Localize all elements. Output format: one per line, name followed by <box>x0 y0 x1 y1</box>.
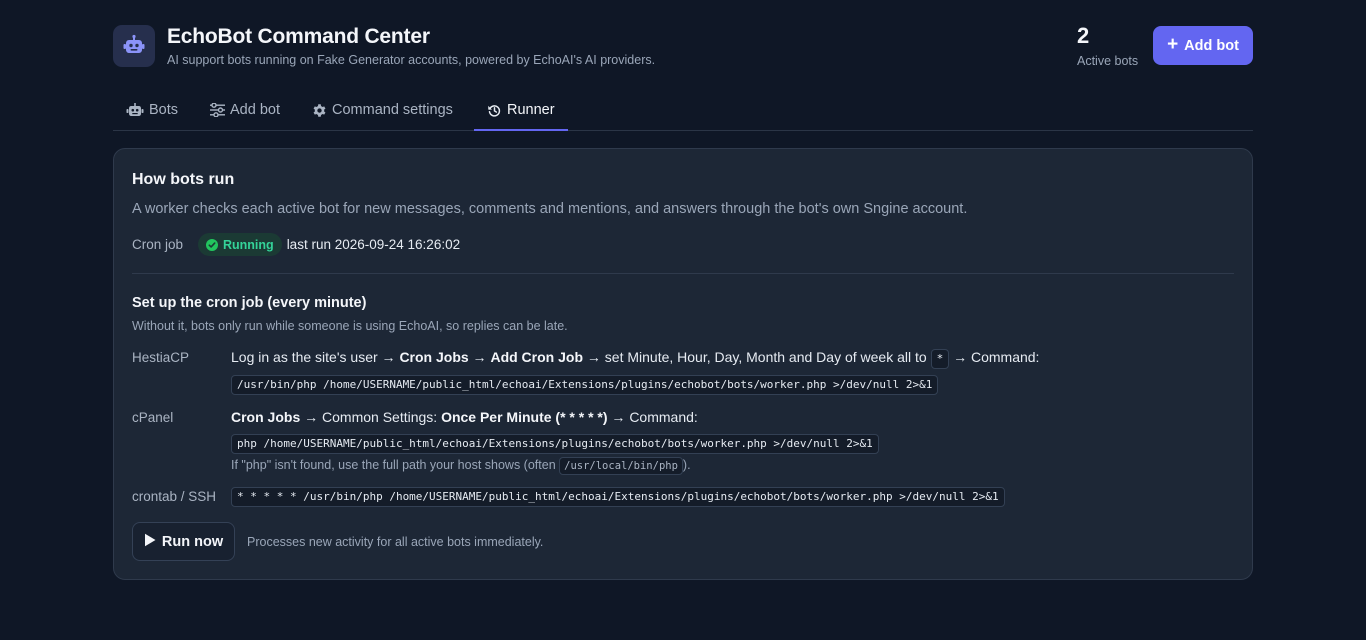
cpanel-label: cPanel <box>132 410 174 425</box>
cron-job-label: Cron job <box>132 237 184 252</box>
tab-command-settings-label: Command settings <box>332 102 453 118</box>
section-divider <box>132 273 1234 274</box>
setup-note: Without it, bots only run while someone … <box>132 319 568 333</box>
hestiacp-text-1: Log in as the site's user → <box>231 349 400 365</box>
tab-bar: Bots Add bot Command settings Runner <box>113 90 1253 131</box>
crontab-command-code: * * * * * /usr/bin/php /home/USERNAME/pu… <box>231 487 1005 507</box>
cpanel-hint-text-2: ). <box>682 458 691 472</box>
hestiacp-text-2: → <box>468 349 491 365</box>
sliders-icon <box>210 103 225 117</box>
tab-add-bot[interactable]: Add bot <box>197 90 293 130</box>
runner-description: A worker checks each active bot for new … <box>132 201 968 217</box>
hestiacp-instructions: Log in as the site's user → Cron Jobs → … <box>231 349 1039 369</box>
cron-status-row: Cron job Running last run 2026-09-24 16:… <box>132 233 460 256</box>
tab-bots-label: Bots <box>149 102 179 118</box>
cpanel-command: php /home/USERNAME/public_html/echoai/Ex… <box>231 434 879 454</box>
status-badge-label: Running <box>223 237 274 252</box>
hestiacp-command: /usr/bin/php /home/USERNAME/public_html/… <box>231 375 939 395</box>
status-badge: Running <box>198 233 282 256</box>
cpanel-instructions: Cron Jobs → Common Settings: Once Per Mi… <box>231 409 698 425</box>
tab-runner[interactable]: Runner <box>474 90 568 131</box>
check-circle-icon <box>206 238 218 251</box>
active-bots-count: 2 <box>1077 23 1090 48</box>
plus-icon: + <box>1167 34 1179 55</box>
hestiacp-text-3: → set Minute, Hour, Day, Month and Day o… <box>583 349 931 365</box>
last-run-text: last run 2026-09-24 16:26:02 <box>287 237 460 252</box>
history-icon <box>487 103 502 118</box>
hestiacp-bold-2: Add Cron Job <box>490 349 583 365</box>
app-container: EchoBot Command Center AI support bots r… <box>113 0 1253 580</box>
hestiacp-command-code: /usr/bin/php /home/USERNAME/public_html/… <box>231 375 939 395</box>
hestiacp-text-4: → Command: <box>949 349 1040 365</box>
cpanel-hint-text-1: If "php" isn't found, use the full path … <box>231 458 560 472</box>
crontab-label: crontab / SSH <box>132 489 217 504</box>
hestiacp-bold-1: Cron Jobs <box>399 349 469 365</box>
tab-runner-label: Runner <box>507 102 555 118</box>
run-now-button[interactable]: Run now <box>132 522 235 561</box>
cpanel-text-1: → Common Settings: <box>300 409 442 425</box>
last-run-timestamp: 2026-09-24 16:26:02 <box>334 237 461 252</box>
play-icon <box>144 533 156 551</box>
cpanel-bold-2: Once Per Minute (* * * * *) <box>441 409 608 425</box>
cpanel-php-hint: If "php" isn't found, use the full path … <box>231 457 691 475</box>
tab-add-bot-label: Add bot <box>230 102 280 118</box>
run-now-hint: Processes new activity for all active bo… <box>247 535 544 549</box>
runner-title: How bots run <box>132 171 235 188</box>
cpanel-bold-1: Cron Jobs <box>231 409 301 425</box>
tab-command-settings[interactable]: Command settings <box>299 90 466 130</box>
tab-bots[interactable]: Bots <box>113 90 191 130</box>
add-bot-button[interactable]: + Add bot <box>1153 26 1253 65</box>
crontab-command: * * * * * /usr/bin/php /home/USERNAME/pu… <box>231 487 1005 507</box>
page-title: EchoBot Command Center <box>167 25 430 48</box>
hestiacp-star-code: * <box>930 349 950 369</box>
runner-card: How bots run A worker checks each active… <box>113 148 1253 580</box>
hestiacp-label: HestiaCP <box>132 350 190 365</box>
active-bots-stat: 2 Active bots <box>1077 22 1138 68</box>
robot-logo-icon <box>113 25 155 67</box>
last-run-label: last run <box>286 237 331 252</box>
add-bot-button-label: Add bot <box>1184 37 1239 54</box>
setup-title: Set up the cron job (every minute) <box>132 295 367 311</box>
page-header: EchoBot Command Center AI support bots r… <box>113 0 1253 90</box>
cpanel-text-2: → Command: <box>607 409 698 425</box>
cpanel-command-code: php /home/USERNAME/public_html/echoai/Ex… <box>231 434 879 454</box>
active-bots-label: Active bots <box>1077 54 1139 68</box>
gear-icon <box>312 103 327 118</box>
run-now-button-label: Run now <box>161 533 224 550</box>
cpanel-hint-code: /usr/local/bin/php <box>559 457 683 475</box>
robot-icon <box>126 102 144 118</box>
page-subtitle: AI support bots running on Fake Generato… <box>167 53 656 67</box>
